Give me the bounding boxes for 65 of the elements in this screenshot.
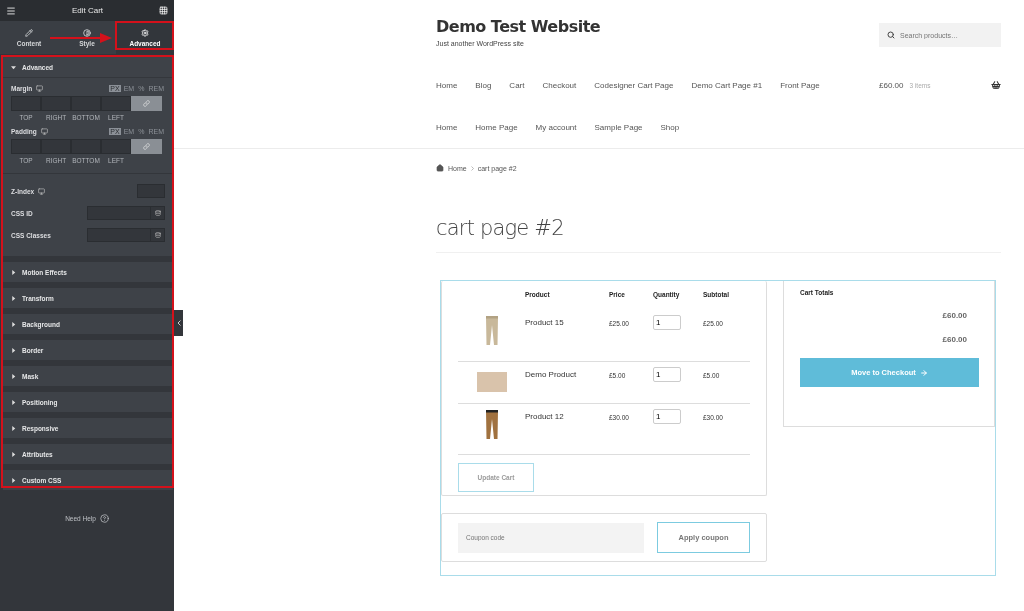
product-name[interactable]: Demo Product — [525, 362, 577, 379]
input-field[interactable] — [101, 139, 131, 154]
database-icon — [154, 232, 161, 238]
nav-link[interactable]: Home — [436, 80, 458, 90]
link-values-button[interactable] — [131, 96, 162, 111]
monitor-icon[interactable] — [38, 187, 46, 195]
photo-placeholder — [476, 372, 507, 392]
total-amount: £60.00 — [942, 311, 967, 320]
link-values-button[interactable] — [131, 139, 162, 154]
menu-icon[interactable] — [6, 5, 16, 16]
quantity-field[interactable]: 1 — [653, 409, 681, 424]
nav-link[interactable]: Codesigner Cart Page — [594, 80, 674, 90]
input-field[interactable] — [101, 96, 131, 111]
nav-link[interactable]: Front Page — [780, 80, 820, 90]
highlight-frame — [115, 21, 174, 50]
caret-down-icon — [11, 64, 16, 70]
page-title: cart page #2 — [436, 216, 1001, 253]
total-amount: £60.00 — [942, 335, 967, 344]
dynamic-tags-button[interactable] — [151, 206, 165, 220]
caret-right-icon — [11, 477, 16, 483]
chevron-right-icon — [470, 165, 474, 171]
cart-total[interactable]: £60.00 — [879, 80, 904, 90]
nav-link[interactable]: Blog — [475, 80, 492, 90]
caret-right-icon — [11, 373, 16, 379]
quantity-field[interactable]: 1 — [653, 315, 681, 330]
half-circle-icon — [83, 28, 91, 37]
link-icon — [143, 100, 150, 107]
nav-link[interactable]: Sample Page — [594, 123, 643, 132]
nav-link[interactable]: Home — [436, 123, 458, 132]
help-icon — [99, 514, 109, 523]
monitor-icon[interactable] — [36, 85, 44, 92]
nav-link[interactable]: Demo Cart Page #1 — [691, 80, 763, 90]
search-icon — [887, 31, 895, 39]
monitor-icon[interactable] — [40, 128, 48, 135]
panel-title: Edit Cart — [71, 6, 104, 15]
database-icon — [154, 210, 161, 216]
quantity-field[interactable]: 1 — [653, 367, 681, 382]
product-name[interactable]: Product 12 — [525, 404, 564, 421]
collapse-handle[interactable] — [174, 310, 183, 336]
caret-right-icon — [11, 269, 16, 275]
nav-link[interactable]: Cart — [509, 80, 525, 90]
basket-icon[interactable] — [991, 80, 1001, 90]
caret-right-icon — [11, 425, 16, 431]
grid-icon[interactable] — [159, 6, 168, 15]
dynamic-tags-button[interactable] — [151, 228, 165, 242]
caret-right-icon — [11, 451, 16, 457]
caret-right-icon — [11, 399, 16, 405]
site-title[interactable]: Demo Test Website — [436, 17, 601, 36]
nav-link[interactable]: My account — [535, 123, 577, 132]
product-name[interactable]: Product 15 — [525, 310, 564, 327]
arrow-right-icon — [919, 368, 928, 377]
caret-right-icon — [11, 347, 16, 353]
trousers-drawing — [484, 316, 499, 346]
link-icon — [143, 143, 150, 150]
caret-right-icon — [11, 321, 16, 327]
nav-link[interactable]: Checkout — [542, 80, 577, 90]
home-icon — [436, 164, 444, 172]
caret-right-icon — [11, 295, 16, 301]
nav-link[interactable]: Home Page — [475, 123, 518, 132]
pencil-icon — [25, 28, 33, 37]
nav-link[interactable]: Shop — [660, 123, 680, 132]
arrow-annotation — [50, 33, 112, 43]
chevron-left-icon — [176, 320, 181, 326]
trousers-drawing — [484, 410, 499, 440]
gear-icon — [141, 28, 149, 37]
